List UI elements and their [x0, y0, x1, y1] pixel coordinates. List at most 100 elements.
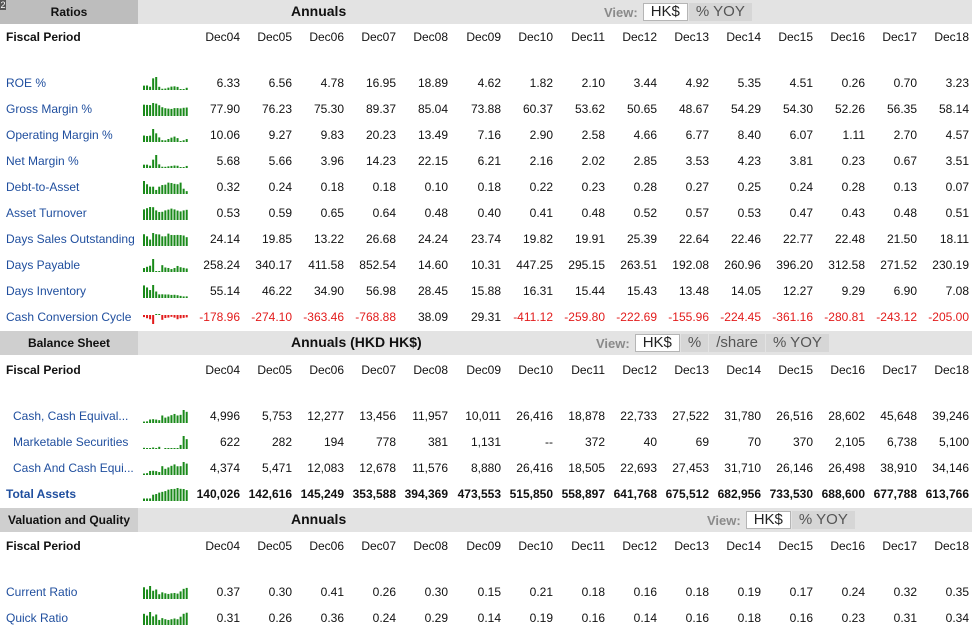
table-cell: 89.37 [365, 102, 396, 116]
spark-bar [152, 285, 155, 298]
table-cell: 396.20 [776, 258, 813, 272]
row-label-link[interactable]: Quick Ratio [6, 605, 68, 631]
spark-bar [152, 470, 155, 475]
spark-bar [152, 186, 155, 194]
view-option-yoy[interactable]: % YOY [688, 3, 752, 21]
view-option-hkd[interactable]: HK$ [745, 511, 791, 529]
table-cell: 2.70 [893, 128, 917, 142]
table-cell: 0.16 [685, 611, 709, 625]
row-label-link[interactable]: Days Inventory [6, 278, 86, 304]
table-cell: 641,768 [613, 487, 657, 501]
period-header: Dec11 [571, 363, 605, 377]
table-cell: 7.08 [945, 284, 969, 298]
spark-bar [170, 183, 173, 194]
spark-bar [170, 619, 173, 625]
spark-bar [167, 87, 170, 90]
collapse-badge[interactable]: 2 [0, 0, 6, 10]
table-cell: 22.64 [678, 232, 709, 246]
table-cell: 0.28 [633, 180, 657, 194]
spark-bar [167, 315, 170, 318]
spark-bar [158, 420, 161, 423]
spark-bar [173, 268, 176, 272]
table-cell: 675,512 [665, 487, 709, 501]
table-cell: 4.78 [320, 76, 344, 90]
spark-bar [167, 448, 170, 449]
spark-bar [179, 414, 182, 423]
table-cell: 0.35 [945, 585, 969, 599]
row-label-link[interactable]: Debt-to-Asset [6, 174, 79, 200]
row-label-link[interactable]: ROE % [6, 70, 46, 96]
balance-sheet-tab[interactable]: Balance Sheet [0, 331, 138, 355]
sparkline [143, 103, 188, 116]
table-cell: 9.83 [320, 128, 344, 142]
period-header: Dec16 [830, 30, 865, 44]
spark-bar [158, 271, 161, 272]
spark-bar [167, 182, 170, 194]
spark-bar [161, 185, 164, 194]
spark-bar [176, 619, 179, 625]
view-option-hkd[interactable]: HK$ [634, 334, 680, 352]
table-cell: 4,374 [209, 461, 240, 475]
table-cell: 52.26 [834, 102, 865, 116]
table-cell: 0.30 [424, 585, 448, 599]
row-label-link[interactable]: Cash Conversion Cycle [6, 304, 131, 330]
spark-bar [173, 448, 176, 449]
row-label-link[interactable]: Operating Margin % [6, 122, 113, 148]
row-label-link[interactable]: Total Assets [6, 481, 76, 507]
row-label-link[interactable]: Days Sales Outstanding [6, 226, 135, 252]
period-header: Dec08 [413, 539, 448, 553]
table-cell: 733,530 [769, 487, 813, 501]
row-label-link[interactable]: Net Margin % [6, 148, 79, 174]
row-label-link[interactable]: Current Ratio [6, 579, 77, 605]
spark-bar [155, 133, 158, 142]
table-cell: 13.22 [313, 232, 344, 246]
row-label-link[interactable]: Cash And Cash Equi... [13, 455, 134, 481]
ratios-tab[interactable]: Ratios [0, 0, 138, 24]
spark-bar [158, 446, 161, 449]
spark-bar [164, 166, 167, 168]
spark-bar [176, 234, 179, 246]
valuation-quality-tab[interactable]: Valuation and Quality [0, 508, 138, 532]
table-cell: 0.23 [841, 154, 865, 168]
table-cell: 613,766 [925, 487, 969, 501]
table-cell: -280.81 [824, 310, 865, 324]
spark-bar [155, 271, 158, 272]
view-option-per-share[interactable]: /share [709, 334, 765, 352]
spark-bar [152, 259, 155, 272]
row-label-link[interactable]: Gross Margin % [6, 96, 92, 122]
spark-bar [185, 237, 188, 246]
row-label-link[interactable]: Days Payable [6, 252, 80, 278]
spark-bar [164, 294, 167, 298]
spark-bar [164, 184, 167, 194]
row-label-link[interactable]: Asset Turnover [6, 200, 87, 226]
table-cell: 473,553 [457, 487, 501, 501]
table-cell: 15.88 [470, 284, 501, 298]
spark-bar [176, 265, 179, 272]
spark-bar [143, 498, 145, 501]
table-cell: 0.14 [633, 611, 657, 625]
period-header: Dec13 [674, 30, 709, 44]
spark-bar [182, 188, 185, 194]
view-option-yoy[interactable]: % YOY [765, 334, 829, 352]
spark-bar [167, 294, 170, 298]
table-cell: 0.15 [477, 585, 501, 599]
row-label-link[interactable]: Marketable Securities [13, 429, 128, 455]
period-header: Dec04 [205, 363, 240, 377]
view-option-hkd[interactable]: HK$ [642, 3, 688, 21]
spark-bar [143, 473, 145, 475]
view-option-yoy[interactable]: % YOY [791, 511, 855, 529]
row-label-link[interactable]: Cash, Cash Equival... [13, 403, 128, 429]
view-option-percent[interactable]: % [680, 334, 709, 352]
table-row: Days Payable 258.24 340.17 411.58 852.54 14.6… [0, 252, 972, 278]
spark-bar [164, 468, 167, 475]
spark-bar [164, 210, 167, 220]
period-header: Dec09 [466, 363, 501, 377]
table-cell: 26,146 [776, 461, 813, 475]
table-cell: 0.14 [477, 611, 501, 625]
table-cell: 622 [219, 435, 240, 449]
table-cell: 0.52 [633, 206, 657, 220]
spark-bar [146, 184, 149, 194]
table-cell: 13,456 [359, 409, 396, 423]
spark-bar [149, 135, 152, 142]
table-cell: 4.62 [477, 76, 501, 90]
